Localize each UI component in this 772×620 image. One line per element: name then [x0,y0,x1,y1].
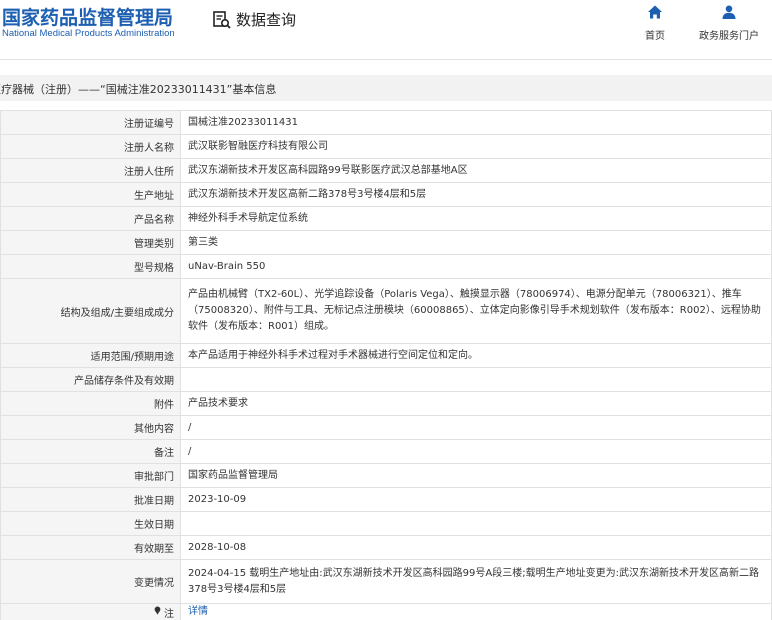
row-label: 适用范围/预期用途 [0,343,181,368]
row-label: 批准日期 [0,487,181,512]
table-row: 型号规格 uNav-Brain 550 [0,254,772,279]
row-label: 产品名称 [0,206,181,231]
page-title: 数据查询 [236,11,297,29]
row-value [180,511,772,536]
user-icon [721,4,737,24]
row-label: 备注 [0,439,181,464]
note-row-label: 注 [0,603,181,620]
table-row: 结构及组成/主要组成成分 产品由机械臂（TX2-60L）、光学追踪设备（Pola… [0,278,772,344]
row-value: 2023-10-09 [180,487,772,512]
row-value: uNav-Brain 550 [180,254,772,279]
table-row: 管理类别 第三类 [0,230,772,255]
table-row: 注 详情 [0,603,772,620]
row-label: 生效日期 [0,511,181,536]
row-label: 型号规格 [0,254,181,279]
table-row: 产品名称 神经外科手术导航定位系统 [0,206,772,231]
row-label: 变更情况 [0,559,181,604]
nav-portal-label: 政务服务门户 [699,31,759,42]
row-label: 附件 [0,391,181,416]
row-label: 审批部门 [0,463,181,488]
row-value: 2028-10-08 [180,535,772,560]
nav-home-button[interactable]: 首页 [645,4,665,42]
table-row: 有效期至 2028-10-08 [0,535,772,560]
row-value: 第三类 [180,230,772,255]
breadcrumb: 医疗器械（注册）——“国械注准20233011431”基本信息 [0,83,277,96]
page-title-group: 数据查询 [212,9,296,30]
row-value: 国械注准20233011431 [180,110,772,135]
table-row: 注册人名称 武汉联影智融医疗科技有限公司 [0,134,772,159]
row-label: 结构及组成/主要组成成分 [0,278,181,344]
nav-home-label: 首页 [645,31,665,42]
details-link[interactable]: 详情 [188,606,208,617]
row-value: / [180,415,772,440]
table-row: 审批部门 国家药品监督管理局 [0,463,772,488]
row-value [180,367,772,392]
row-value: 武汉东湖新技术开发区高科园路99号联影医疗武汉总部基地A区 [180,158,772,183]
row-value: 产品技术要求 [180,391,772,416]
row-value: 详情 [180,603,772,620]
row-label: 有效期至 [0,535,181,560]
table-row: 生产地址 武汉东湖新技术开发区高新二路378号3号楼4层和5层 [0,182,772,207]
row-value: 神经外科手术导航定位系统 [180,206,772,231]
row-value: 本产品适用于神经外科手术过程对手术器械进行空间定位和定向。 [180,343,772,368]
row-label: 注册人住所 [0,158,181,183]
row-label: 其他内容 [0,415,181,440]
note-label-text: 注 [164,608,174,620]
table-row: 产品储存条件及有效期 [0,367,772,392]
row-label: 生产地址 [0,182,181,207]
row-label: 注册证编号 [0,110,181,135]
home-icon [647,4,663,24]
table-row: 批准日期 2023-10-09 [0,487,772,512]
table-row: 生效日期 [0,511,772,536]
site-logo-en[interactable]: National Medical Products Administration [2,28,175,39]
row-value: 2024-04-15 载明生产地址由:武汉东湖新技术开发区高科园路99号A段三楼… [180,559,772,604]
row-value: 国家药品监督管理局 [180,463,772,488]
row-value: / [180,439,772,464]
row-label: 管理类别 [0,230,181,255]
row-value: 武汉东湖新技术开发区高新二路378号3号楼4层和5层 [180,182,772,207]
table-row: 备注 / [0,439,772,464]
table-row: 附件 产品技术要求 [0,391,772,416]
table-row: 变更情况 2024-04-15 载明生产地址由:武汉东湖新技术开发区高科园路99… [0,559,772,604]
table-row: 适用范围/预期用途 本产品适用于神经外科手术过程对手术器械进行空间定位和定向。 [0,343,772,368]
row-label: 产品储存条件及有效期 [0,367,181,392]
table-row: 注册证编号 国械注准20233011431 [0,110,772,135]
row-value: 武汉联影智融医疗科技有限公司 [180,134,772,159]
info-table: 注册证编号 国械注准20233011431 注册人名称 武汉联影智融医疗科技有限… [0,110,772,620]
table-row: 注册人住所 武汉东湖新技术开发区高科园路99号联影医疗武汉总部基地A区 [0,158,772,183]
site-header: 国家药品监督管理局 National Medical Products Admi… [0,0,772,60]
row-label: 注册人名称 [0,134,181,159]
search-document-icon [212,10,232,30]
table-row: 其他内容 / [0,415,772,440]
pin-icon [153,606,162,618]
nav-portal-button[interactable]: 政务服务门户 [699,4,759,42]
site-logo-cn[interactable]: 国家药品监督管理局 [2,3,173,30]
row-value: 产品由机械臂（TX2-60L）、光学追踪设备（Polaris Vega）、触摸显… [180,278,772,344]
breadcrumb-bar: 医疗器械（注册）——“国械注准20233011431”基本信息 [0,75,772,101]
